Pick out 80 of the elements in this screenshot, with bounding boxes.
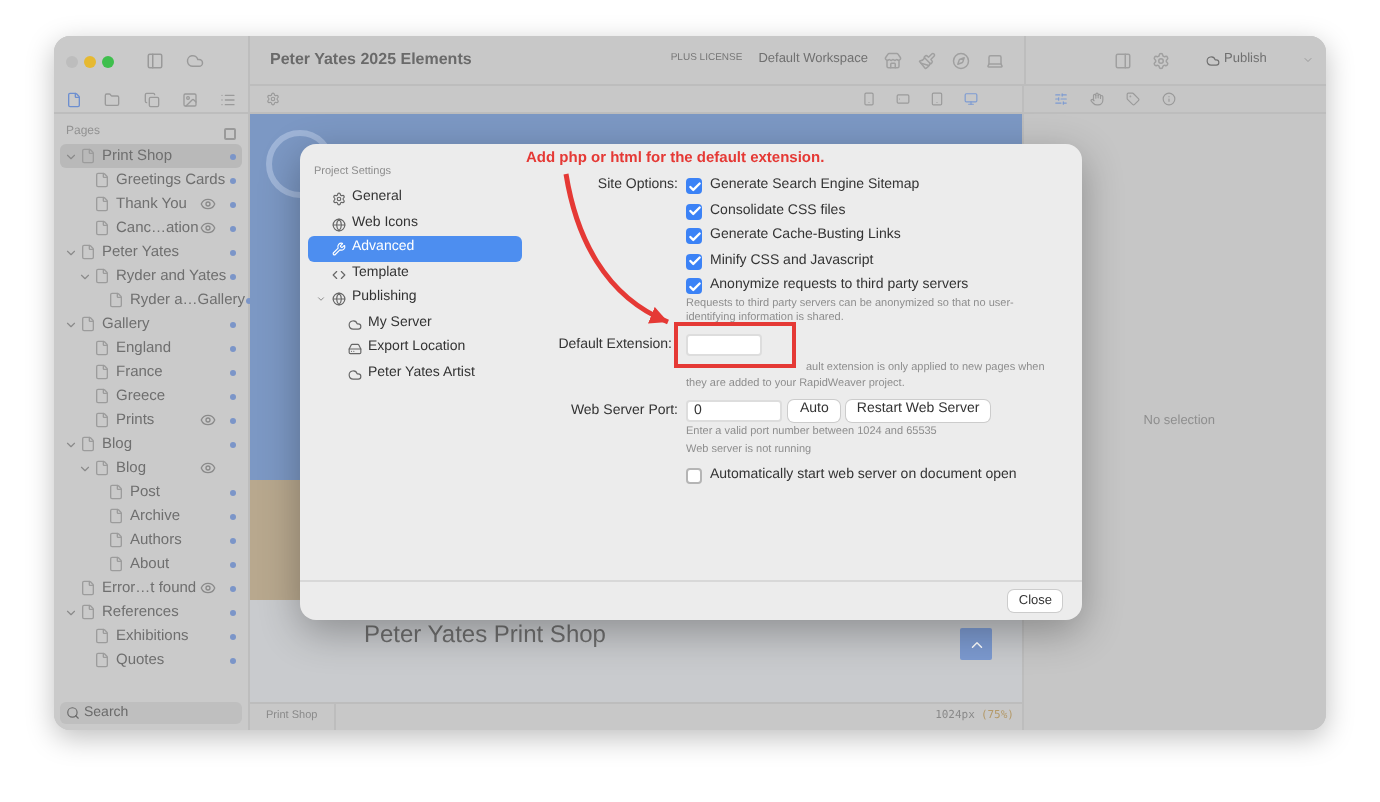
page-icon <box>94 652 110 668</box>
image-icon[interactable] <box>181 91 198 107</box>
disclosure-chevron-icon[interactable] <box>64 149 78 163</box>
disclosure-chevron-icon[interactable] <box>64 437 78 451</box>
cloud-icon <box>348 317 362 331</box>
code-icon <box>332 267 346 281</box>
page-icon <box>94 388 110 404</box>
add-page-icon[interactable] <box>224 127 236 139</box>
page-heading: Peter Yates Print Shop <box>364 618 608 652</box>
page-icon <box>94 196 110 212</box>
checkbox[interactable] <box>686 178 702 195</box>
disclosure-chevron-icon[interactable] <box>64 245 78 259</box>
hand-icon[interactable] <box>1090 92 1104 106</box>
page-icon <box>94 172 110 188</box>
checkbox[interactable] <box>686 228 702 245</box>
checkbox[interactable] <box>686 253 702 270</box>
brush-icon[interactable] <box>918 51 936 69</box>
page-icon <box>108 484 124 500</box>
disclosure-chevron-icon[interactable] <box>64 605 78 619</box>
page-icon <box>94 460 110 476</box>
sidebar-toggle-icon[interactable] <box>146 52 164 70</box>
eye-icon[interactable] <box>200 412 216 428</box>
page-icon <box>80 604 96 620</box>
page-icon <box>94 412 110 428</box>
page-icon <box>80 148 96 164</box>
page-icon <box>80 436 96 452</box>
sliders-icon[interactable] <box>1054 92 1068 106</box>
eye-icon[interactable] <box>200 580 216 596</box>
desktop-icon[interactable] <box>964 92 978 106</box>
checkbox[interactable] <box>686 467 702 484</box>
phone-landscape-icon[interactable] <box>896 92 910 106</box>
page-icon <box>94 268 110 284</box>
eye-icon[interactable] <box>200 460 216 476</box>
disclosure-chevron-icon[interactable] <box>64 317 78 331</box>
copy-icon[interactable] <box>143 91 159 107</box>
eye-icon[interactable] <box>200 196 216 212</box>
window-title: Peter Yates 2025 Elements <box>270 48 474 72</box>
settings-icon[interactable] <box>1152 51 1170 69</box>
disclosure-chevron-icon[interactable] <box>316 294 326 304</box>
page-icon <box>108 556 124 572</box>
page-icon <box>108 508 124 524</box>
cloud-icon[interactable] <box>186 52 204 70</box>
disclosure-chevron-icon[interactable] <box>78 461 92 475</box>
checkbox[interactable] <box>686 203 702 220</box>
folder-icon[interactable] <box>104 91 121 107</box>
page-icon <box>80 580 96 596</box>
cloud-icon <box>1206 53 1220 67</box>
page-icon <box>94 220 110 236</box>
compass-icon[interactable] <box>952 51 970 69</box>
chevron-down-icon[interactable] <box>1302 54 1315 66</box>
search-icon <box>66 706 80 720</box>
tools-icon <box>332 242 346 256</box>
eye-icon[interactable] <box>200 220 216 236</box>
extension-input-field[interactable] <box>686 333 762 355</box>
page-icon[interactable] <box>66 91 82 107</box>
cloud-icon <box>348 367 362 381</box>
highlight-box <box>674 322 796 368</box>
scroll-top-button[interactable] <box>960 628 992 660</box>
gear-icon <box>332 192 346 206</box>
info-icon[interactable] <box>1162 92 1176 106</box>
globe-icon <box>332 217 346 231</box>
phone-icon[interactable] <box>862 92 876 106</box>
page-icon <box>94 340 110 356</box>
panel-icon[interactable] <box>1114 51 1132 69</box>
page-icon <box>108 532 124 548</box>
page-icon <box>80 316 96 332</box>
store-icon[interactable] <box>884 51 902 69</box>
checkbox[interactable] <box>686 278 702 295</box>
page-icon <box>108 292 124 308</box>
tablet-icon[interactable] <box>930 92 944 106</box>
page-icon <box>94 364 110 380</box>
disclosure-chevron-icon[interactable] <box>78 269 92 283</box>
laptop-icon[interactable] <box>986 51 1004 69</box>
globe-icon <box>332 292 346 306</box>
settings-icon[interactable] <box>266 92 280 106</box>
page-icon <box>80 244 96 260</box>
list-icon[interactable] <box>220 91 236 107</box>
tag-icon[interactable] <box>1126 92 1140 106</box>
drive-icon <box>348 342 362 356</box>
page-icon <box>94 628 110 644</box>
